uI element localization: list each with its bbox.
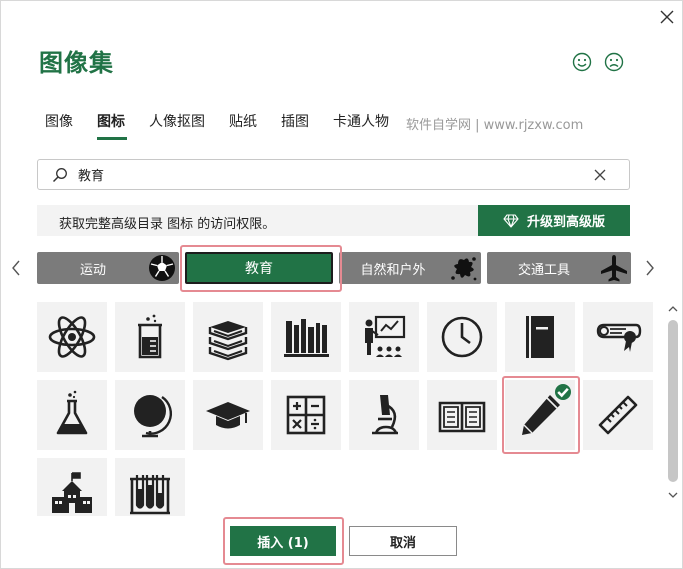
- icon-grid: [37, 302, 657, 516]
- icon-grid-scrollbar[interactable]: [665, 302, 681, 506]
- diploma-icon: [596, 323, 642, 352]
- chevron-down-icon: [668, 492, 678, 498]
- category-label: 运动: [79, 262, 106, 278]
- category-nature-outdoors[interactable]: 自然和户外: [339, 252, 481, 284]
- category-label: 自然和户外: [360, 262, 426, 278]
- airplane-icon: [601, 255, 627, 282]
- icon-tile[interactable]: [349, 302, 419, 372]
- icon-tile[interactable]: [115, 458, 185, 516]
- microscope-icon: [372, 395, 398, 435]
- open-book-icon: [438, 401, 486, 433]
- test-tubes-icon: [130, 475, 170, 515]
- icon-tile[interactable]: [37, 302, 107, 372]
- icon-tile[interactable]: [271, 302, 341, 372]
- school-building-icon: [52, 472, 92, 513]
- category-sports[interactable]: 运动: [37, 252, 179, 284]
- category-label: 交通工具: [517, 262, 570, 278]
- icon-tile-selected[interactable]: [505, 380, 575, 450]
- category-transportation[interactable]: 交通工具: [487, 252, 631, 284]
- splatter-icon: [451, 257, 477, 281]
- tab-cartoon-people[interactable]: 卡通人物: [333, 111, 389, 131]
- flask-icon: [56, 390, 88, 435]
- close-icon: [660, 10, 674, 24]
- category-prev-button[interactable]: [5, 251, 27, 285]
- upgrade-label: 升级到高级版: [526, 215, 605, 230]
- chevron-left-icon: [12, 260, 20, 276]
- icons-dialog: 图像集 图像 图标 人像抠图 贴纸 插图 卡通人物 软件自学网 | www.rj…: [0, 0, 683, 569]
- dialog-title: 图像集: [39, 49, 114, 77]
- calculator-icon: [286, 395, 326, 435]
- bookshelf-icon: [284, 319, 329, 357]
- atom-icon: [48, 316, 96, 358]
- smile-feedback-button[interactable]: [571, 51, 593, 73]
- diamond-icon: [503, 213, 519, 228]
- teacher-classroom-icon: [365, 315, 406, 357]
- icon-tile[interactable]: [193, 302, 263, 372]
- icon-tile[interactable]: [583, 302, 653, 372]
- frown-feedback-button[interactable]: [603, 51, 625, 73]
- icon-tile[interactable]: [427, 380, 497, 450]
- scroll-down-button[interactable]: [665, 488, 681, 502]
- icon-tile[interactable]: [193, 380, 263, 450]
- graduation-cap-icon: [206, 402, 250, 429]
- soccer-ball-icon: [149, 255, 175, 281]
- tab-icons[interactable]: 图标: [97, 111, 125, 131]
- icon-tile[interactable]: [427, 302, 497, 372]
- scrollbar-thumb[interactable]: [668, 320, 678, 482]
- frown-icon: [604, 52, 624, 72]
- chevron-right-icon: [646, 260, 654, 276]
- active-tab-indicator: [97, 137, 127, 140]
- selected-check-icon: [555, 384, 571, 400]
- category-label: 教育: [245, 261, 273, 277]
- close-icon: [594, 169, 606, 180]
- scroll-up-button[interactable]: [665, 302, 681, 316]
- beaker-icon: [138, 314, 162, 359]
- ruler-icon: [598, 395, 638, 435]
- notebook-icon: [526, 316, 554, 358]
- icon-tile[interactable]: [349, 380, 419, 450]
- icon-tile[interactable]: [37, 380, 107, 450]
- search-input[interactable]: [78, 167, 578, 182]
- tab-cutout-people[interactable]: 人像抠图: [149, 111, 205, 131]
- category-education[interactable]: 教育: [185, 252, 333, 284]
- globe-icon: [134, 395, 173, 438]
- icon-tile[interactable]: [271, 380, 341, 450]
- icon-tile[interactable]: [505, 302, 575, 372]
- tab-illustrations[interactable]: 插图: [281, 111, 309, 131]
- icon-tile[interactable]: [115, 380, 185, 450]
- insert-button[interactable]: 插入 (1): [230, 526, 336, 556]
- cancel-button[interactable]: 取消: [349, 526, 457, 556]
- search-box: [37, 159, 630, 190]
- premium-notice-text: 获取完整高级目录 图标 的访问权限。: [59, 217, 276, 232]
- tab-images[interactable]: 图像: [45, 111, 73, 131]
- clear-search-button[interactable]: [590, 165, 610, 185]
- upgrade-button[interactable]: 升级到高级版: [478, 205, 630, 236]
- icon-tile[interactable]: [115, 302, 185, 372]
- watermark: 软件自学网 | www.rjzxw.com: [406, 118, 584, 133]
- search-icon: [52, 165, 72, 185]
- book-stack-icon: [208, 321, 248, 361]
- premium-notice: 获取完整高级目录 图标 的访问权限。 升级到高级版: [37, 205, 630, 236]
- close-button[interactable]: [653, 3, 681, 31]
- tab-stickers[interactable]: 贴纸: [229, 111, 257, 131]
- clock-icon: [441, 316, 483, 358]
- icon-tile[interactable]: [583, 380, 653, 450]
- icon-tile[interactable]: [37, 458, 107, 516]
- smile-icon: [572, 52, 592, 72]
- chevron-up-icon: [668, 306, 678, 312]
- category-next-button[interactable]: [639, 251, 661, 285]
